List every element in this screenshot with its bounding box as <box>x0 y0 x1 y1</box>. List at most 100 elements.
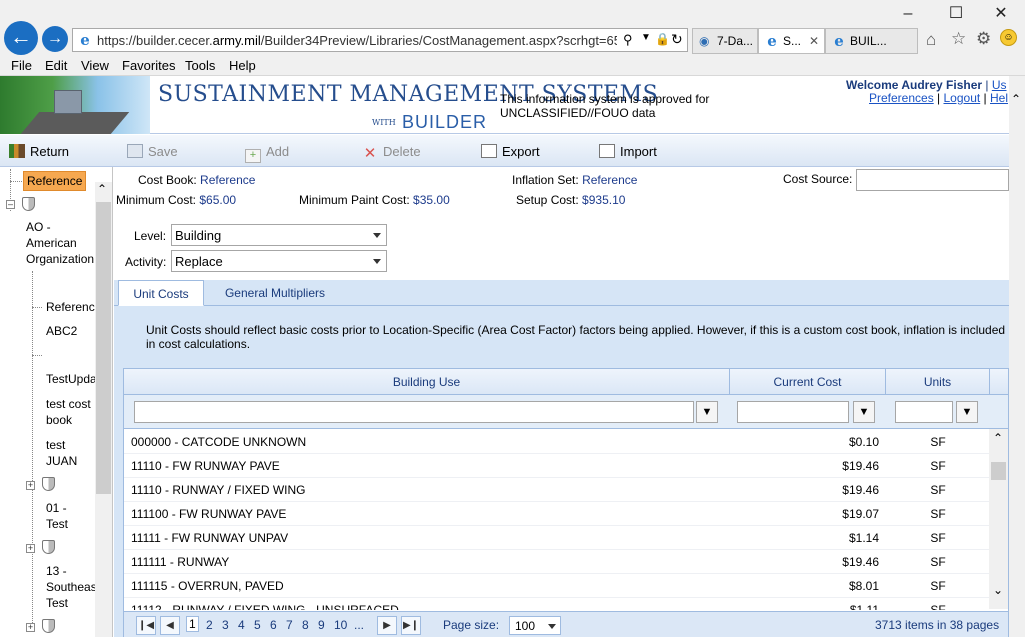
tree-node-13-southeast-test[interactable]: 13 - Southeas Test <box>46 563 97 611</box>
column-header-units[interactable]: Units <box>886 369 990 395</box>
menu-tools[interactable]: Tools <box>185 58 215 73</box>
search-icon[interactable]: ⚲ <box>623 32 633 48</box>
page-number-8[interactable]: 8 <box>302 618 309 632</box>
menu-file[interactable]: File <box>11 58 32 73</box>
table-row[interactable]: 11112 - RUNWAY / FIXED WING - UNSURFACED… <box>124 598 989 610</box>
level-select[interactable]: Building <box>171 224 387 246</box>
table-row[interactable]: 111115 - OVERRUN, PAVED $8.01 SF <box>124 574 989 598</box>
page-number-5[interactable]: 5 <box>254 618 261 632</box>
units-filter-input[interactable] <box>895 401 953 423</box>
add-button[interactable]: + Add <box>245 144 289 163</box>
browser-tab-1[interactable]: ◉ 7-Da... <box>692 28 758 54</box>
scroll-up-icon[interactable]: ⌃ <box>993 431 1003 445</box>
tree-node-reference[interactable]: Reference <box>46 299 101 315</box>
help-link[interactable]: Hel <box>990 91 1008 105</box>
home-icon[interactable]: ⌂ <box>926 30 936 50</box>
building-use-filter-input[interactable] <box>134 401 694 423</box>
menu-help[interactable]: Help <box>229 58 256 73</box>
filter-icon[interactable]: ▼ <box>956 401 978 423</box>
table-row[interactable]: 111111 - RUNWAY $19.46 SF <box>124 550 989 574</box>
user-link[interactable]: Us <box>992 78 1007 92</box>
export-button[interactable]: Export <box>481 144 540 159</box>
last-page-icon[interactable]: ▶❙ <box>401 616 421 635</box>
tree-node-test-cost-book[interactable]: test cost book <box>46 396 91 428</box>
next-page-icon[interactable]: ▶ <box>377 616 397 635</box>
browser-tab-2[interactable]: e S... ✕ <box>758 28 825 54</box>
tab-general-multipliers[interactable]: General Multipliers <box>214 280 336 306</box>
lock-icon[interactable]: 🔒 <box>655 32 670 46</box>
current-cost-cell[interactable]: $19.07 <box>730 502 879 526</box>
page-size-select[interactable]: 100 <box>509 616 561 635</box>
page-number-3[interactable]: 3 <box>222 618 229 632</box>
table-row[interactable]: 111100 - FW RUNWAY PAVE $19.07 SF <box>124 502 989 526</box>
current-cost-cell[interactable]: $8.01 <box>730 574 879 598</box>
save-button[interactable]: Save <box>127 144 178 159</box>
return-button[interactable]: Return <box>9 144 69 159</box>
filter-icon[interactable]: ▼ <box>696 401 718 423</box>
browser-tab-3[interactable]: e BUIL... <box>825 28 918 54</box>
tab-unit-costs[interactable]: Unit Costs <box>118 280 204 306</box>
current-cost-filter-input[interactable] <box>737 401 849 423</box>
previous-page-icon[interactable]: ◀ <box>160 616 180 635</box>
first-page-icon[interactable]: ❙◀ <box>136 616 156 635</box>
cost-source-input[interactable] <box>856 169 1009 191</box>
tree-scroll-thumb[interactable] <box>96 202 111 494</box>
expand-icon[interactable]: + <box>26 623 35 632</box>
close-window-icon[interactable]: ✕ <box>991 4 1011 24</box>
scroll-up-icon[interactable]: ⌃ <box>97 182 107 196</box>
page-number-7[interactable]: 7 <box>286 618 293 632</box>
grid-scroll-thumb[interactable] <box>991 462 1006 480</box>
tree-node-testupda[interactable]: TestUpda <box>46 371 97 387</box>
activity-select[interactable]: Replace <box>171 250 387 272</box>
current-cost-cell[interactable]: $0.10 <box>730 430 879 454</box>
page-number-9[interactable]: 9 <box>318 618 325 632</box>
page-number-1[interactable]: 1 <box>186 616 199 632</box>
expand-icon[interactable]: + <box>26 544 35 553</box>
refresh-icon[interactable]: ↻ <box>671 31 683 48</box>
page-number-10[interactable]: 10 <box>334 618 347 632</box>
settings-gear-icon[interactable]: ⚙ <box>976 29 991 49</box>
current-cost-cell[interactable]: $19.46 <box>730 550 879 574</box>
menu-favorites[interactable]: Favorites <box>122 58 175 73</box>
page-number-2[interactable]: 2 <box>206 618 213 632</box>
forward-icon[interactable]: → <box>42 26 68 52</box>
column-header-building-use[interactable]: Building Use <box>124 369 730 395</box>
scroll-down-icon[interactable]: ⌄ <box>993 583 1003 597</box>
table-row[interactable]: 11110 - FW RUNWAY PAVE $19.46 SF <box>124 454 989 478</box>
current-cost-cell[interactable]: $19.46 <box>730 478 879 502</box>
scroll-up-icon[interactable]: ⌃ <box>1011 92 1021 106</box>
tree-node-01-test[interactable]: 01 - Test <box>46 500 68 532</box>
current-cost-cell[interactable]: $1.14 <box>730 526 879 550</box>
table-row[interactable]: 000000 - CATCODE UNKNOWN $0.10 SF <box>124 430 989 454</box>
page-scrollbar[interactable]: ⌃ <box>1009 76 1025 637</box>
menu-edit[interactable]: Edit <box>45 58 67 73</box>
grid-scrollbar[interactable]: ⌃ ⌄ <box>989 429 1008 609</box>
column-header-current-cost[interactable]: Current Cost <box>730 369 886 395</box>
tree-scrollbar[interactable]: ⌃ <box>95 182 112 637</box>
expand-icon[interactable]: + <box>26 481 35 490</box>
table-row[interactable]: 11110 - RUNWAY / FIXED WING $19.46 SF <box>124 478 989 502</box>
menu-view[interactable]: View <box>81 58 109 73</box>
back-icon[interactable]: ← <box>4 21 38 55</box>
minimize-icon[interactable]: – <box>898 4 918 24</box>
close-tab-icon[interactable]: ✕ <box>809 29 819 53</box>
smiley-feedback-icon[interactable]: ☺ <box>1000 29 1017 46</box>
tree-node-test-juan[interactable]: test JUAN <box>46 437 77 469</box>
maximize-icon[interactable]: ☐ <box>946 4 966 24</box>
dropdown-icon[interactable]: ▼ <box>641 32 651 43</box>
tree-node-american-organization[interactable]: AO - American Organization <box>26 219 94 267</box>
current-cost-cell[interactable]: $19.46 <box>730 454 879 478</box>
collapse-icon[interactable]: – <box>6 200 15 209</box>
tree-node-reference-selected[interactable]: Reference <box>23 171 87 191</box>
filter-icon[interactable]: ▼ <box>853 401 875 423</box>
table-row[interactable]: 11111 - FW RUNWAY UNPAV $1.14 SF <box>124 526 989 550</box>
address-bar[interactable]: e https://builder.cecer.army.mil/Builder… <box>72 28 688 52</box>
favorites-star-icon[interactable]: ☆ <box>951 29 966 49</box>
import-button[interactable]: Import <box>599 144 657 159</box>
current-cost-cell[interactable]: $1.11 <box>730 598 879 610</box>
delete-button[interactable]: ✕ Delete <box>362 144 421 161</box>
page-number-6[interactable]: 6 <box>270 618 277 632</box>
page-number-4[interactable]: 4 <box>238 618 245 632</box>
tree-node-abc2[interactable]: ABC2 <box>46 323 77 339</box>
page-number-11[interactable]: ... <box>354 618 364 632</box>
